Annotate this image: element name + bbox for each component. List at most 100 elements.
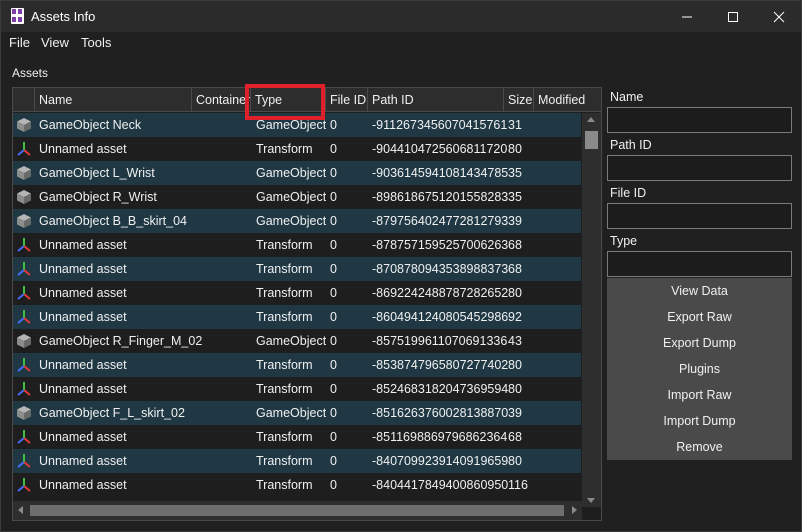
path-id-field[interactable]: [607, 155, 792, 181]
cell-file-id: 0: [330, 166, 337, 180]
import-raw-button[interactable]: Import Raw: [607, 382, 792, 408]
column-header-icon[interactable]: [13, 88, 35, 112]
cell-file-id: 0: [330, 358, 337, 372]
table-row[interactable]: Unnamed asset Transform 0 -8692242488787282…: [13, 281, 581, 305]
type-field-label: Type: [610, 234, 638, 248]
assets-section-label: Assets: [12, 66, 49, 80]
menu-file[interactable]: File: [9, 35, 30, 50]
transform-icon: [16, 357, 32, 373]
column-header-file-id[interactable]: File ID: [326, 88, 368, 112]
file-id-field-label: File ID: [610, 186, 647, 200]
menu-tools[interactable]: Tools: [81, 35, 111, 50]
cell-file-id: 0: [330, 142, 337, 156]
vertical-scrollbar[interactable]: [582, 113, 601, 507]
gameobject-icon: [16, 189, 32, 205]
cell-type: GameObject: [256, 214, 327, 228]
maximize-button[interactable]: [710, 1, 756, 32]
cell-type: Transform: [256, 262, 313, 276]
column-header-path-id[interactable]: Path ID: [368, 88, 504, 112]
transform-icon: [16, 285, 32, 301]
cell-path-id: -8575199611070691336: [372, 334, 508, 348]
cell-name: Unnamed asset: [39, 454, 127, 468]
cell-path-id: -8986186751201558283: [372, 190, 509, 204]
cell-size: 31: [508, 118, 522, 132]
cell-type: Transform: [256, 454, 313, 468]
cell-path-id: -8604941240805452986: [372, 310, 509, 324]
path-id-field-label: Path ID: [610, 138, 652, 152]
table-row[interactable]: GameObject R_Wrist GameObject 0 -8986186751…: [13, 185, 581, 209]
table-row[interactable]: GameObject R_Finger_M_02 GameObject 0 -8575…: [13, 329, 581, 353]
import-dump-button[interactable]: Import Dump: [607, 408, 792, 434]
cell-file-id: 0: [330, 286, 337, 300]
table-row[interactable]: Unnamed asset Transform 0 -8787571595257006…: [13, 233, 581, 257]
table-row[interactable]: Unnamed asset Transform 0 -8407099239140919…: [13, 449, 581, 473]
transform-icon: [16, 381, 32, 397]
cell-file-id: 0: [330, 214, 337, 228]
cell-name: Unnamed asset: [39, 238, 127, 252]
cell-name: Unnamed asset: [39, 286, 127, 300]
column-header-size[interactable]: Size: [504, 88, 534, 112]
minimize-button[interactable]: [664, 1, 710, 32]
table-row[interactable]: Unnamed asset Transform 0 -8511698869796862…: [13, 425, 581, 449]
remove-button[interactable]: Remove: [607, 434, 792, 460]
scroll-right-arrow-icon[interactable]: [572, 506, 577, 514]
scroll-left-arrow-icon[interactable]: [18, 506, 23, 514]
cell-name: Unnamed asset: [39, 430, 127, 444]
cell-type: Transform: [256, 358, 313, 372]
cell-size: 39: [508, 214, 522, 228]
cell-size: 80: [508, 454, 522, 468]
column-header-name[interactable]: Name: [35, 88, 192, 112]
cell-type: GameObject: [256, 190, 327, 204]
column-header-container[interactable]: Container: [192, 88, 251, 112]
cell-size: 68: [508, 262, 522, 276]
table-row[interactable]: Unnamed asset Transform 0 -9044104725606811…: [13, 137, 581, 161]
cell-size: 35: [508, 166, 522, 180]
actions-panel: View Data Export Raw Export Dump Plugins…: [607, 278, 792, 460]
list-rows: GameObject Neck GameObject 0 -9112673456070…: [13, 113, 581, 507]
horizontal-scroll-thumb[interactable]: [30, 505, 564, 516]
file-id-field[interactable]: [607, 203, 792, 229]
menu-bar: File View Tools: [1, 32, 801, 54]
table-row[interactable]: Unnamed asset Transform 0 -8404417849400860…: [13, 473, 581, 497]
name-field[interactable]: [607, 107, 792, 133]
transform-icon: [16, 309, 32, 325]
column-header-modified[interactable]: Modified: [534, 88, 601, 112]
scroll-up-arrow-icon[interactable]: [587, 117, 595, 122]
cell-file-id: 0: [330, 382, 337, 396]
close-button[interactable]: [756, 1, 802, 32]
table-row[interactable]: GameObject F_L_skirt_02 GameObject 0 -85162…: [13, 401, 581, 425]
cell-name: GameObject B_B_skirt_04: [39, 214, 187, 228]
cell-path-id: -8511698869796862364: [372, 430, 508, 444]
maximize-icon: [728, 12, 738, 22]
app-icon: [11, 8, 24, 24]
cell-file-id: 0: [330, 430, 337, 444]
cell-size: 80: [508, 142, 522, 156]
cell-path-id: -8404417849400860950: [372, 478, 509, 492]
table-row[interactable]: GameObject L_Wrist GameObject 0 -9036145941…: [13, 161, 581, 185]
cell-file-id: 0: [330, 334, 337, 348]
cell-file-id: 0: [330, 406, 337, 420]
menu-view[interactable]: View: [41, 35, 69, 50]
cell-path-id: -8787571595257006263: [372, 238, 509, 252]
cell-type: Transform: [256, 478, 313, 492]
table-row[interactable]: Unnamed asset Transform 0 -8538747965807277…: [13, 353, 581, 377]
scroll-down-arrow-icon[interactable]: [587, 498, 595, 503]
cell-size: 68: [508, 238, 522, 252]
transform-icon: [16, 453, 32, 469]
export-raw-button[interactable]: Export Raw: [607, 304, 792, 330]
table-row[interactable]: GameObject B_B_skirt_04 GameObject 0 -87975…: [13, 209, 581, 233]
vertical-scroll-thumb[interactable]: [585, 131, 598, 149]
view-data-button[interactable]: View Data: [607, 278, 792, 304]
assets-list[interactable]: Name Container Type File ID Path ID Size…: [12, 87, 602, 521]
cell-path-id: -8516263760028138870: [372, 406, 509, 420]
table-row[interactable]: Unnamed asset Transform 0 -8708780943538988…: [13, 257, 581, 281]
cell-name: Unnamed asset: [39, 478, 127, 492]
cell-file-id: 0: [330, 238, 337, 252]
table-row[interactable]: Unnamed asset Transform 0 -8604941240805452…: [13, 305, 581, 329]
horizontal-scrollbar[interactable]: [13, 501, 582, 520]
title-bar[interactable]: Assets Info: [1, 1, 801, 32]
table-row[interactable]: Unnamed asset Transform 0 -8524683182047369…: [13, 377, 581, 401]
plugins-button[interactable]: Plugins: [607, 356, 792, 382]
type-field[interactable]: [607, 251, 792, 277]
export-dump-button[interactable]: Export Dump: [607, 330, 792, 356]
